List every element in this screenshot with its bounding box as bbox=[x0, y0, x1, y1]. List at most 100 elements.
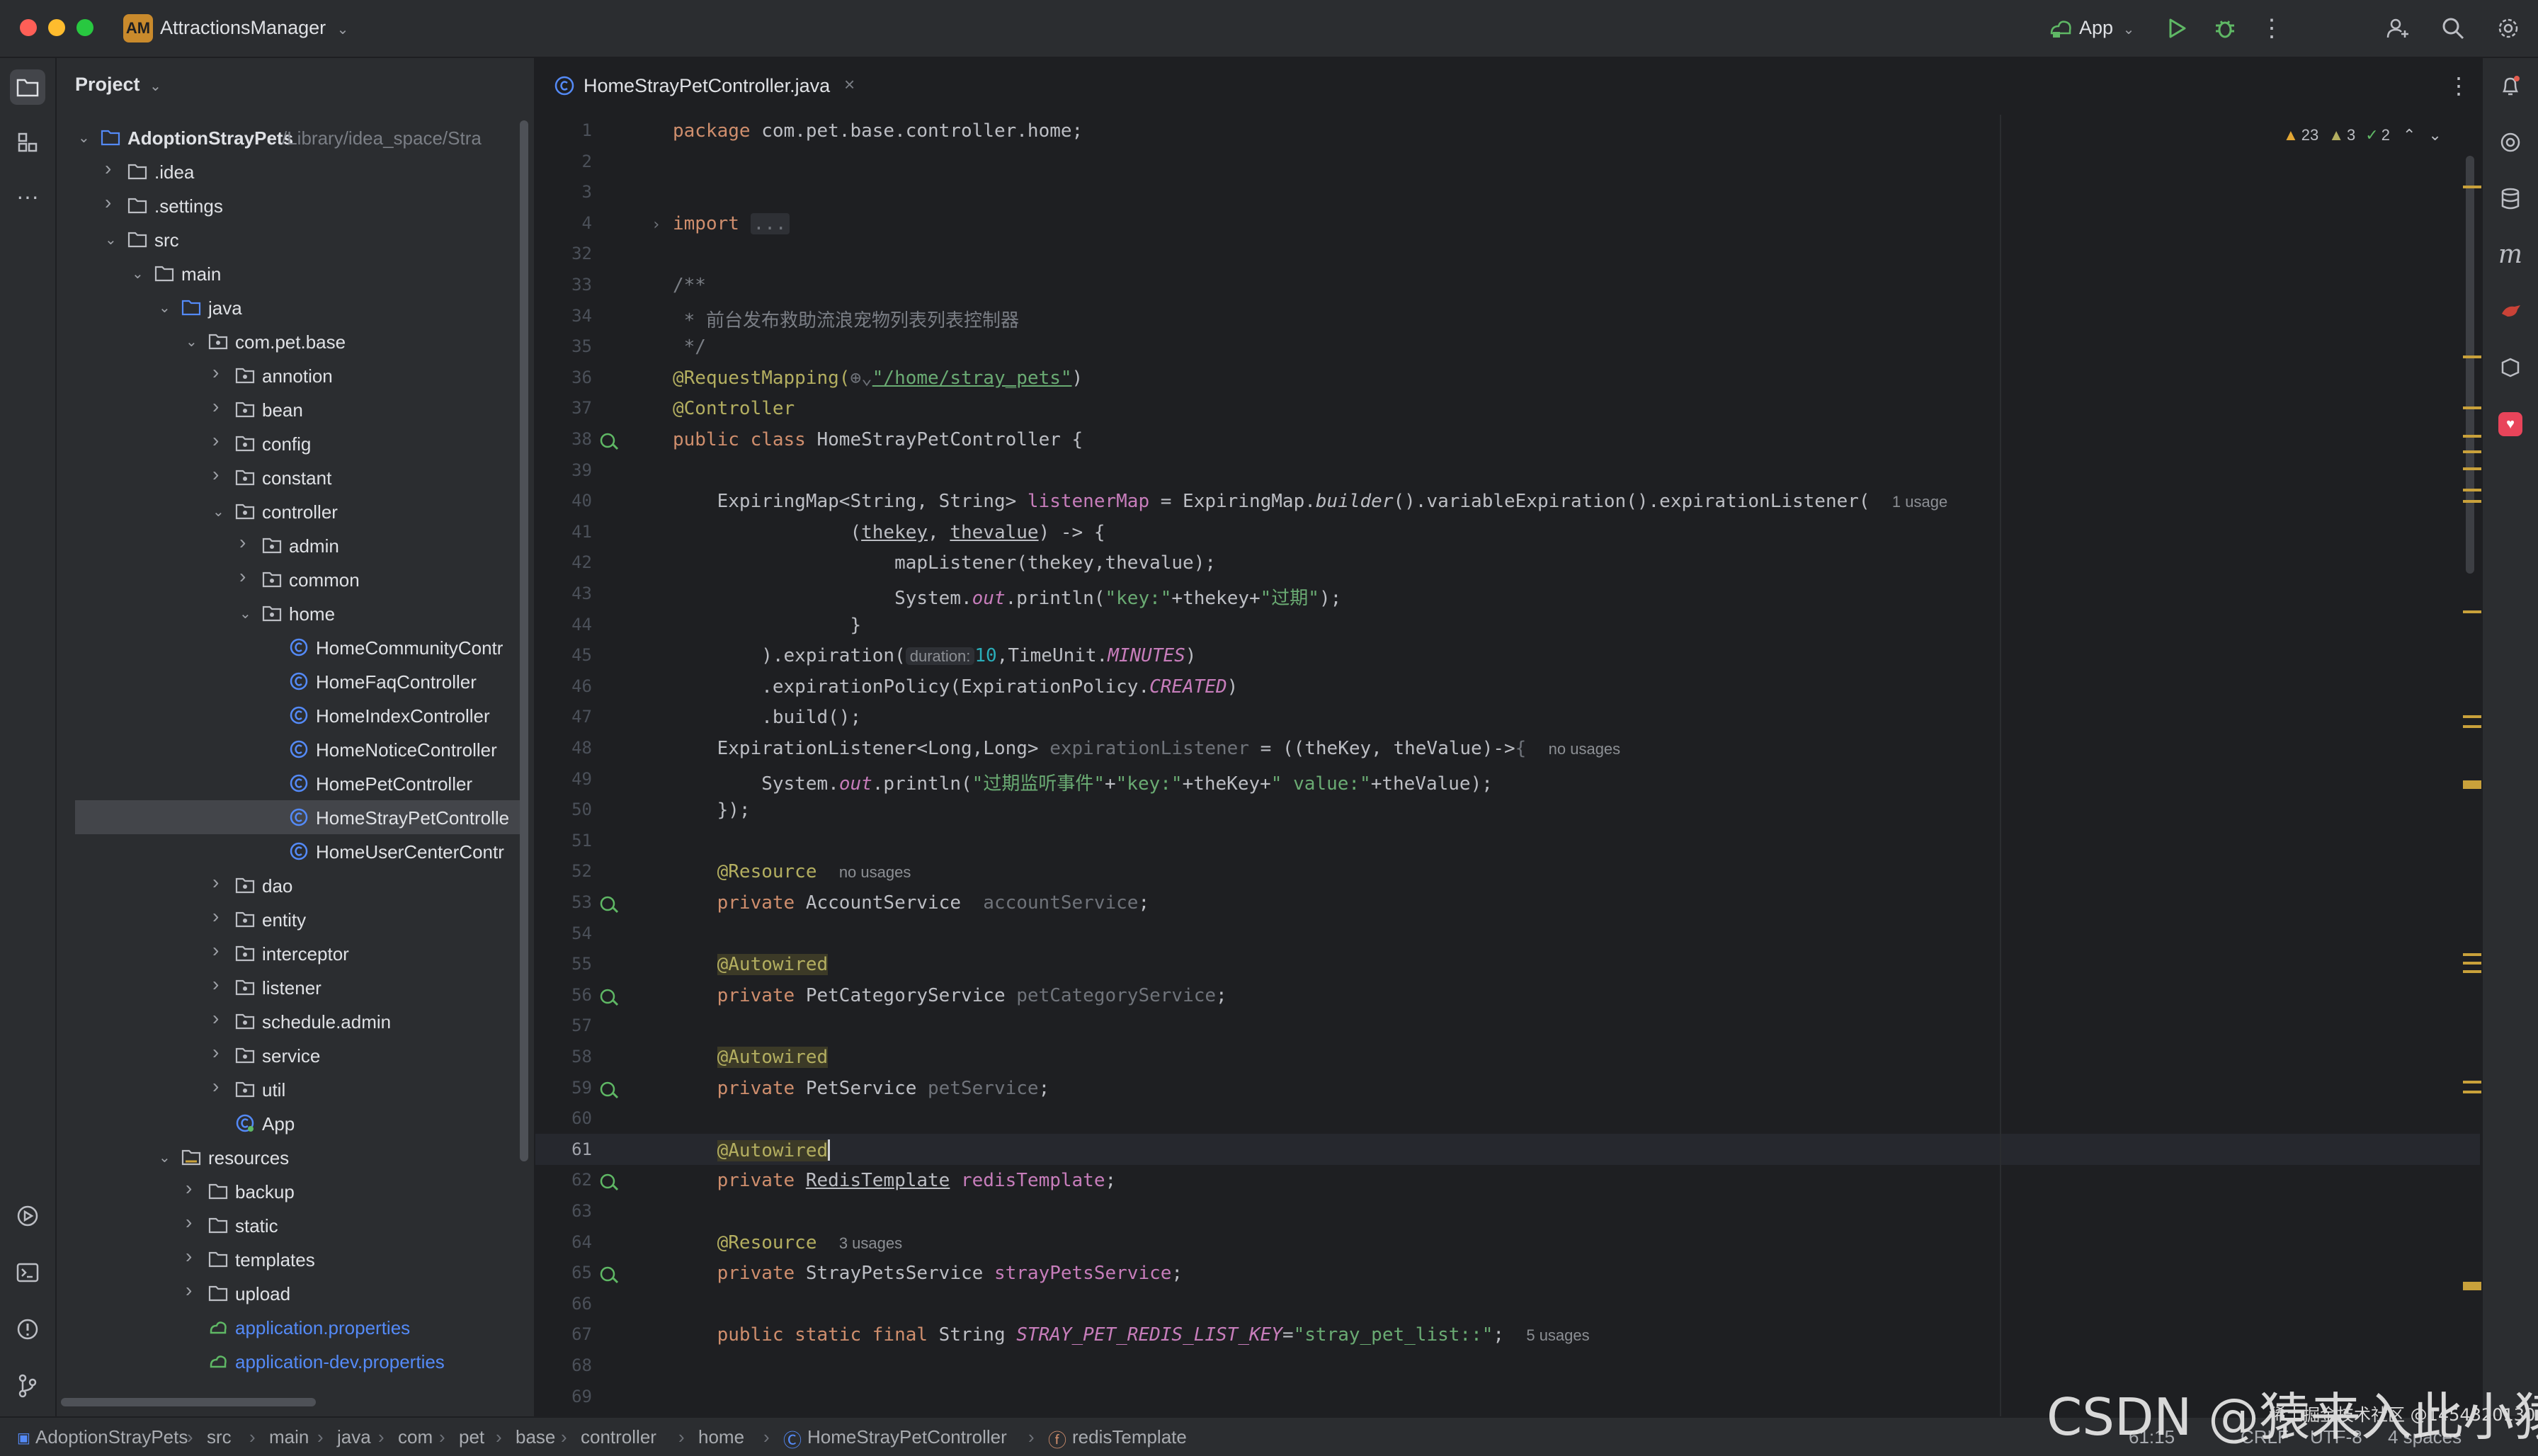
spring-bean-gutter-icon[interactable] bbox=[599, 1079, 619, 1099]
code-line[interactable]: 39 bbox=[535, 455, 2480, 486]
tree-root-adoption-stray-pets[interactable]: ⌄ AdoptionStrayPets/Library/idea_space/St… bbox=[57, 120, 524, 154]
spring-bean-gutter-icon[interactable] bbox=[599, 1264, 619, 1284]
chevron-right-icon[interactable]: › bbox=[212, 429, 229, 451]
tree-item[interactable]: › interceptor bbox=[57, 936, 524, 970]
code-line[interactable]: 52 @Resource no usages bbox=[535, 855, 2480, 887]
error-stripe-marker[interactable] bbox=[2463, 1282, 2481, 1290]
add-user-icon[interactable] bbox=[2382, 13, 2413, 44]
code-line[interactable]: 67 public static final String STRAY_PET_… bbox=[535, 1319, 2480, 1350]
tree-item[interactable]: ⌄ home bbox=[57, 596, 524, 630]
chevron-down-icon[interactable]: ⌄ bbox=[159, 1149, 176, 1166]
code-line[interactable]: 48 ExpirationListener<Long,Long> expirat… bbox=[535, 732, 2480, 763]
breadcrumb-item[interactable]: controller bbox=[581, 1426, 656, 1448]
code-line[interactable]: 59 private PetService petService; bbox=[535, 1072, 2480, 1103]
code-line[interactable]: 55 @Autowired bbox=[535, 948, 2480, 979]
breadcrumb-item[interactable]: base bbox=[516, 1426, 555, 1448]
database-icon[interactable] bbox=[2493, 181, 2528, 217]
error-stripe-marker[interactable] bbox=[2463, 1091, 2481, 1093]
debug-icon[interactable] bbox=[2209, 13, 2241, 44]
chevron-right-icon[interactable]: › bbox=[212, 395, 229, 417]
tree-item[interactable]: › schedule.admin bbox=[57, 1004, 524, 1038]
code-line[interactable]: 60 bbox=[535, 1103, 2480, 1134]
chevron-right-icon[interactable]: › bbox=[186, 1211, 203, 1233]
code-line[interactable]: 32 bbox=[535, 238, 2480, 269]
chevron-right-icon[interactable]: › bbox=[105, 191, 122, 213]
tree-item[interactable]: › config bbox=[57, 426, 524, 460]
ai-assistant-icon[interactable] bbox=[2493, 125, 2528, 160]
tree-item[interactable]: › .idea bbox=[57, 154, 524, 188]
chevron-down-icon[interactable]: ⌄ bbox=[186, 333, 203, 350]
code-line[interactable]: 66 bbox=[535, 1288, 2480, 1319]
code-line[interactable]: 42 mapListener(thekey,thevalue); bbox=[535, 547, 2480, 578]
editor-vertical-scrollbar[interactable] bbox=[2466, 156, 2474, 574]
code-line[interactable]: 41 (thekey, thevalue) -> { bbox=[535, 516, 2480, 547]
search-icon[interactable] bbox=[2437, 13, 2469, 44]
problems-tool-button[interactable] bbox=[10, 1312, 45, 1347]
error-stripe-marker[interactable] bbox=[2463, 356, 2481, 358]
inspection-widget[interactable]: ▲ 23 ▲ 3 ✓ 2 ⌃ ⌄ bbox=[2283, 123, 2442, 147]
chevron-right-icon[interactable]: › bbox=[186, 1177, 203, 1199]
chevron-down-icon[interactable]: ⌄ bbox=[159, 299, 176, 316]
more-actions-icon[interactable]: ⋮ bbox=[2256, 13, 2287, 44]
terminal-tool-button[interactable] bbox=[10, 1255, 45, 1290]
spring-bean-gutter-icon[interactable] bbox=[599, 431, 619, 450]
code-line[interactable]: 53 private AccountService accountService… bbox=[535, 887, 2480, 918]
code-line[interactable]: 57 bbox=[535, 1010, 2480, 1041]
chevron-right-icon[interactable]: › bbox=[212, 973, 229, 995]
chevron-down-icon[interactable]: ⌄ bbox=[132, 265, 149, 282]
tree-item[interactable]: › annotion bbox=[57, 358, 524, 392]
plugin-red-icon[interactable]: ♥ bbox=[2493, 406, 2528, 442]
tree-item[interactable]: ⌄ src bbox=[57, 222, 524, 256]
minimize-window-button[interactable] bbox=[48, 19, 65, 36]
code-line[interactable]: 56 private PetCategoryService petCategor… bbox=[535, 979, 2480, 1011]
code-line[interactable]: 40 ExpiringMap<String, String> listenerM… bbox=[535, 485, 2480, 516]
error-stripe-marker[interactable] bbox=[2463, 450, 2481, 453]
tree-item[interactable]: › util bbox=[57, 1072, 524, 1106]
chevron-right-icon[interactable]: › bbox=[212, 463, 229, 485]
plugin-bird-icon[interactable] bbox=[2493, 293, 2528, 329]
tree-item[interactable]: HomeCommunityContr bbox=[57, 630, 524, 664]
tree-item[interactable]: HomeFaqController bbox=[57, 664, 524, 698]
code-line[interactable]: 51 bbox=[535, 825, 2480, 856]
error-stripe-marker[interactable] bbox=[2463, 186, 2481, 188]
breadcrumb-item[interactable]: home bbox=[698, 1426, 744, 1448]
next-highlight-icon[interactable]: ⌄ bbox=[2428, 126, 2441, 144]
error-stripe-marker[interactable] bbox=[2463, 406, 2481, 409]
tab-home-stray-pet-controller[interactable]: HomeStrayPetController.java × bbox=[535, 58, 875, 119]
chevron-right-icon[interactable]: › bbox=[239, 531, 256, 553]
tree-item[interactable]: › dao bbox=[57, 868, 524, 902]
error-stripe-marker[interactable] bbox=[2463, 953, 2481, 956]
error-stripe-marker[interactable] bbox=[2463, 500, 2481, 503]
more-tools-icon[interactable]: ··· bbox=[10, 178, 45, 214]
error-stripe-marker[interactable] bbox=[2463, 715, 2481, 718]
tree-item[interactable]: › constant bbox=[57, 460, 524, 494]
error-stripe-marker[interactable] bbox=[2463, 610, 2481, 613]
chevron-right-icon[interactable]: › bbox=[212, 1075, 229, 1097]
code-line[interactable]: 35 */ bbox=[535, 331, 2480, 362]
run-icon[interactable] bbox=[2161, 13, 2192, 44]
breadcrumb-item[interactable]: java bbox=[337, 1426, 371, 1448]
project-horizontal-scrollbar[interactable] bbox=[61, 1398, 316, 1406]
git-tool-button[interactable] bbox=[10, 1368, 45, 1404]
code-line[interactable]: 61 @Autowired bbox=[535, 1133, 2480, 1165]
tree-item[interactable]: › entity bbox=[57, 902, 524, 936]
breadcrumb-item[interactable]: redisTemplate bbox=[1072, 1426, 1187, 1448]
chevron-right-icon[interactable]: › bbox=[212, 1041, 229, 1063]
tree-item[interactable]: application.properties bbox=[57, 1310, 524, 1344]
tree-item[interactable]: › common bbox=[57, 562, 524, 596]
breadcrumb-item[interactable]: src bbox=[207, 1426, 232, 1448]
code-line[interactable]: 49 System.out.println("过期监听事件"+"key:"+th… bbox=[535, 763, 2480, 795]
close-tab-icon[interactable]: × bbox=[844, 74, 855, 96]
tree-item[interactable]: › bean bbox=[57, 392, 524, 426]
code-line[interactable]: 1 package com.pet.base.controller.home; bbox=[535, 115, 2480, 146]
code-line[interactable]: 3 bbox=[535, 176, 2480, 207]
plugin-share-icon[interactable] bbox=[2493, 350, 2528, 385]
error-stripe-marker[interactable] bbox=[2463, 962, 2481, 965]
code-line[interactable]: 38 public class HomeStrayPetController { bbox=[535, 423, 2480, 455]
code-line[interactable]: 63 bbox=[535, 1195, 2480, 1227]
chevron-down-icon[interactable]: ⌄ bbox=[239, 605, 256, 622]
spring-bean-gutter-icon[interactable] bbox=[599, 894, 619, 914]
breadcrumb-item[interactable]: HomeStrayPetController bbox=[807, 1426, 1007, 1448]
run-config-icon[interactable] bbox=[2045, 13, 2076, 44]
code-line[interactable]: 36 @RequestMapping(⊕⌄"/home/stray_pets") bbox=[535, 362, 2480, 393]
